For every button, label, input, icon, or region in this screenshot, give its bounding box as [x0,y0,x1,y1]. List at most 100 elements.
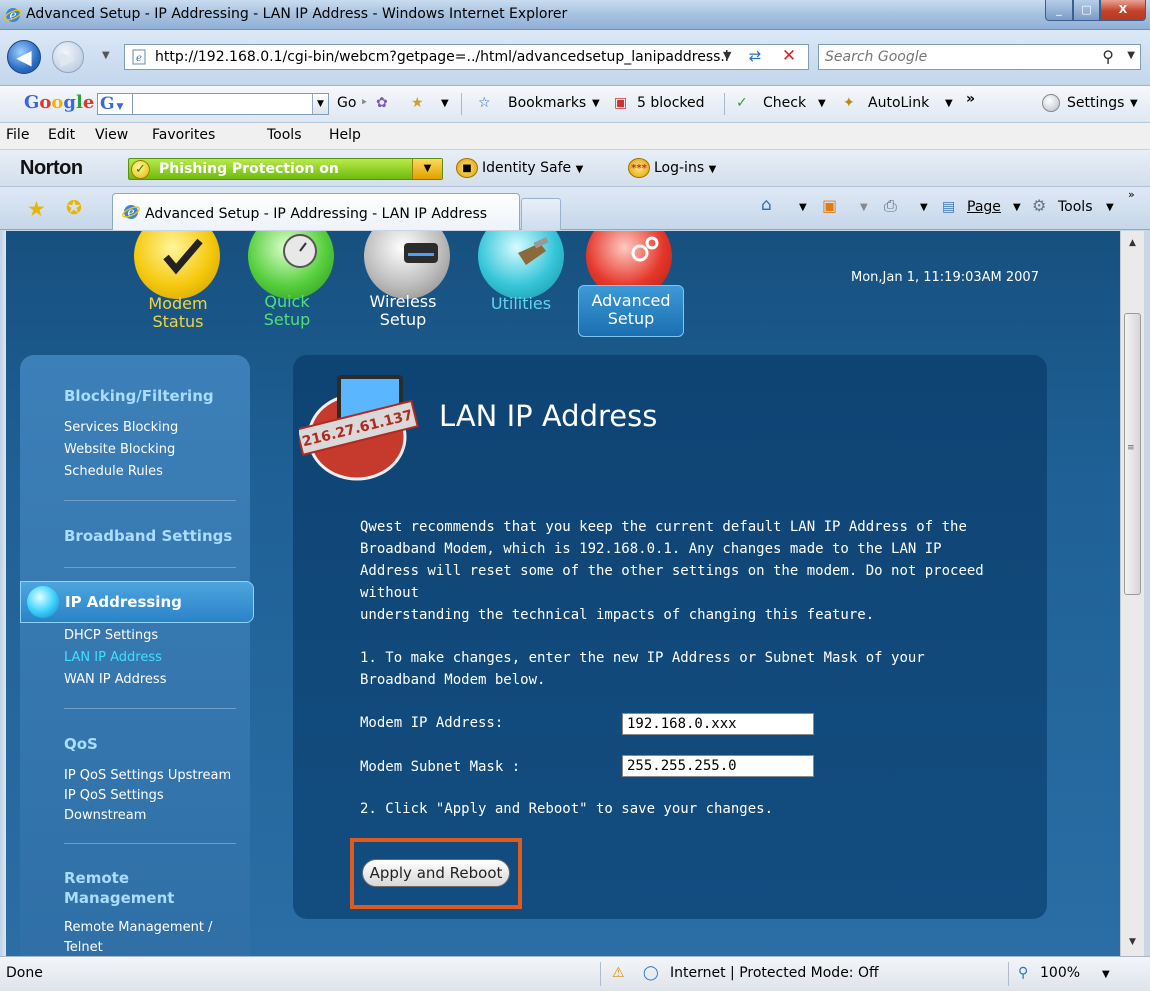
scroll-up-icon[interactable]: ▲ [1121,233,1144,253]
forward-button[interactable]: ▶ [52,41,84,73]
search-input[interactable] [825,48,1075,66]
tools-menu-button[interactable]: Tools [1058,199,1093,215]
menu-file[interactable]: File [6,127,29,143]
url-field[interactable]: e http://192.168.0.1/cgi-bin/webcm?getpa… [124,44,809,70]
popup-blocked-button[interactable]: 5 blocked [637,95,705,111]
bookmarks-dropdown-icon[interactable]: ▼ [592,98,600,109]
modem-ip-input[interactable] [622,713,814,735]
new-tab-button[interactable] [521,198,561,230]
check-dropdown-icon[interactable]: ▼ [818,98,826,109]
favorites-star-icon[interactable]: ★ [27,197,46,221]
google-g-button[interactable]: G ▼ [97,93,133,115]
zoom-level[interactable]: 100% [1040,965,1080,981]
news-dropdown-icon[interactable]: ▼ [441,98,449,109]
settings-dropdown-icon[interactable]: ▼ [1130,98,1138,109]
close-button[interactable]: X [1100,0,1146,21]
print-dropdown-icon[interactable]: ▼ [920,202,928,213]
sidebar-heading-remote[interactable]: Remote [64,869,129,887]
home-dropdown-icon[interactable]: ▼ [799,202,807,213]
more-commands-icon[interactable]: » [1128,188,1135,201]
history-dropdown-icon[interactable]: ▼ [102,50,110,61]
sidebar-item-dhcp-settings[interactable]: DHCP Settings [64,625,158,646]
vertical-scrollbar[interactable]: ▲ ≡ ▼ [1120,231,1144,956]
back-button[interactable]: ◀ [7,40,41,74]
search-box[interactable]: ⚲ ▼ [818,44,1141,70]
modem-status-icon[interactable] [134,231,220,299]
sidebar-heading-management[interactable]: Management [64,889,174,907]
add-favorites-icon[interactable]: ✪ [66,197,82,219]
sidebar-item-qos-upstream[interactable]: IP QoS Settings Upstream [64,765,231,786]
sidebar-heading-blocking[interactable]: Blocking/Filtering [64,387,214,405]
scrollbar-thumb[interactable] [1124,313,1141,595]
sidebar-item-qos-downstream[interactable]: IP QoS Settings [64,785,164,806]
google-search-dropdown-icon[interactable]: ▼ [312,94,328,114]
subnet-mask-input[interactable] [622,755,814,777]
search-options-icon[interactable]: ▼ [1127,50,1135,61]
nav-wireless-setup[interactable]: Wireless Setup [358,293,448,329]
sidebar-item-qos-downstream-cont[interactable]: Downstream [64,805,146,826]
url-dropdown-icon[interactable]: ▼ [723,49,731,62]
autolink-button[interactable]: AutoLink [868,95,929,111]
go-arrow-icon: ‣ [360,95,369,111]
feeds-icon[interactable]: ▣ [822,196,837,215]
nav-utilities[interactable]: Utilities [476,295,566,313]
menu-tools[interactable]: Tools [267,127,302,143]
stop-icon[interactable]: ✕ [778,46,800,66]
tools-dropdown-icon[interactable]: ▼ [1106,202,1114,213]
phishing-protection-button[interactable]: ✓ Phishing Protection on ▼ [128,158,443,180]
google-search-input[interactable]: ▼ [133,93,329,115]
bookmarks-button[interactable]: Bookmarks [508,95,586,111]
quick-setup-icon[interactable] [248,231,334,299]
sidebar-item-remote-management[interactable]: Remote Management / [64,917,212,938]
identity-safe-label: Identity Safe [482,160,572,176]
feeds-dropdown-icon[interactable]: ▼ [860,202,868,213]
menu-favorites[interactable]: Favorites [152,127,215,143]
spellcheck-button[interactable]: Check [763,95,806,111]
google-go-button[interactable]: Go [337,95,356,111]
search-icon[interactable]: ⚲ [1102,47,1114,66]
lan-ip-monitor-icon: 216.27.61.137 [299,375,419,481]
tools-gear-icon: ⚙ [1032,196,1047,215]
more-chevron-icon[interactable]: » [966,91,975,107]
security-warning-icon[interactable]: ⚠ [612,965,625,981]
checkmark-icon: ✓ [131,160,150,179]
autolink-dropdown-icon[interactable]: ▼ [945,98,953,109]
refresh-icon[interactable]: ⇄ [744,47,766,67]
zoom-dropdown-icon[interactable]: ▼ [1102,969,1110,980]
sidebar-item-lan-ip-address[interactable]: LAN IP Address [64,647,162,668]
sidebar-heading-broadband[interactable]: Broadband Settings [64,527,232,545]
status-divider [1008,962,1009,986]
security-zone-text[interactable]: Internet | Protected Mode: Off [670,965,879,981]
utilities-icon[interactable] [478,231,564,299]
logins-button[interactable]: *** Log-ins ▼ [628,158,716,178]
nav-quick-setup[interactable]: Quick Setup [244,293,330,329]
sidebar-heading-qos[interactable]: QoS [64,735,98,753]
page-dropdown-icon[interactable]: ▼ [1013,202,1021,213]
nav-modem-status[interactable]: Modem Status [136,295,220,331]
sidebar-item-ip-addressing[interactable]: IP Addressing [20,581,254,623]
menu-help[interactable]: Help [329,127,361,143]
maximize-button[interactable]: □ [1073,0,1100,21]
tab-advanced-setup[interactable]: e Advanced Setup - IP Addressing - LAN I… [112,193,520,230]
menu-edit[interactable]: Edit [48,127,75,143]
print-icon[interactable]: ⎙ [884,196,897,216]
sidebar-item-schedule-rules[interactable]: Schedule Rules [64,461,163,482]
url-text[interactable]: http://192.168.0.1/cgi-bin/webcm?getpage… [155,49,730,65]
settings-button[interactable]: Settings [1067,95,1124,111]
sidebar-item-services-blocking[interactable]: Services Blocking [64,417,178,438]
sidebar-item-website-blocking[interactable]: Website Blocking [64,439,175,460]
menu-view[interactable]: View [95,127,128,143]
minimize-button[interactable]: _ [1045,0,1073,21]
wireless-setup-icon[interactable] [364,231,450,299]
news-icon[interactable]: ★ [411,95,424,111]
sidebar-item-wan-ip-address[interactable]: WAN IP Address [64,669,166,690]
home-icon[interactable]: ⌂ [761,195,772,215]
phishing-dropdown-icon[interactable]: ▼ [412,159,442,179]
identity-safe-button[interactable]: ■ Identity Safe ▼ [456,158,583,178]
scroll-down-icon[interactable]: ▼ [1121,932,1144,952]
apply-and-reboot-button[interactable]: Apply and Reboot [362,859,510,887]
pagerank-icon[interactable]: ✿ [376,95,388,111]
nav-advanced-setup[interactable]: Advanced Setup [578,285,684,337]
sidebar-item-telnet[interactable]: Telnet [64,937,103,956]
page-menu-button[interactable]: Page [967,199,1001,215]
